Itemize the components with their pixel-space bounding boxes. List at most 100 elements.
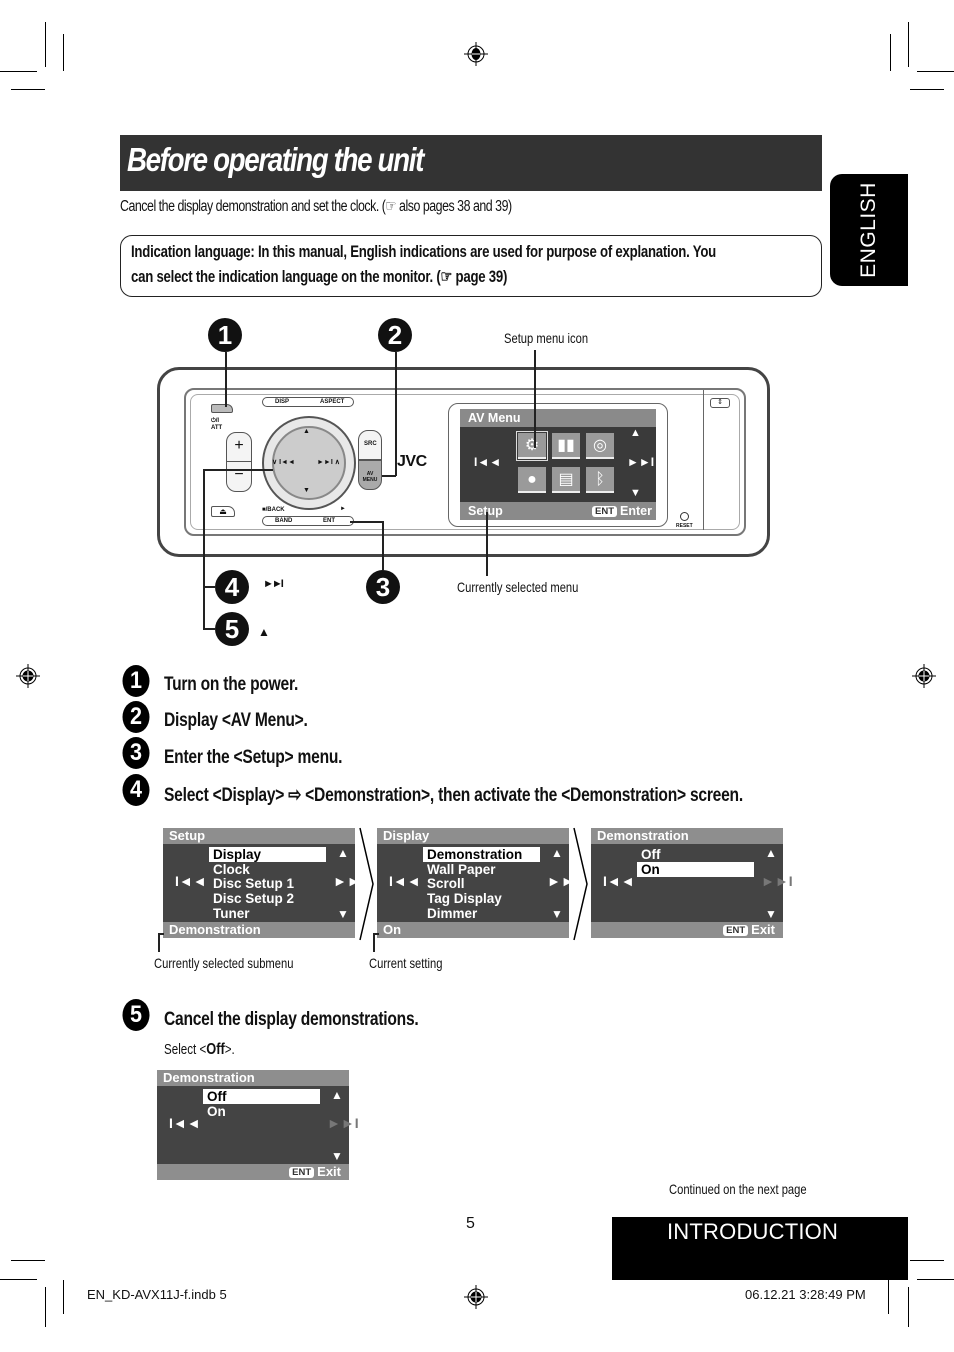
crop-mark — [45, 1287, 46, 1327]
display-screen: Display Demonstration Wall Paper Scroll … — [377, 828, 579, 938]
aspect-label: ASPECT — [320, 399, 345, 405]
exit-label: Exit — [317, 1164, 341, 1179]
down-icon: ▼ — [331, 1149, 343, 1163]
crop-mark — [45, 22, 46, 67]
display-item: Wall Paper — [427, 862, 496, 877]
setup-item: Disc Setup 2 — [213, 891, 295, 906]
selected-menu-caption: Currently selected menu — [457, 579, 579, 595]
list-document-icon: ▤ — [552, 467, 580, 493]
play-label: ► — [340, 506, 346, 512]
up-icon: ▲ — [337, 846, 349, 860]
callout-5-symbol: ▲ — [258, 625, 270, 639]
dial-down-label: ▼ — [303, 487, 310, 494]
chevron-right-icon — [359, 827, 374, 941]
ent-badge: ENT — [723, 925, 749, 936]
bluetooth-icon: ᛒ — [586, 467, 614, 493]
dial-right-label: ►►I ∧ — [317, 459, 340, 466]
up-icon: ▲ — [630, 427, 641, 439]
demo-item: Off — [203, 1089, 320, 1104]
crop-mark — [888, 1280, 889, 1314]
callout-4-symbol: ►►I — [263, 578, 284, 590]
display-item: Demonstration — [423, 847, 540, 862]
ent-badge: ENT — [289, 1167, 315, 1178]
crop-mark — [63, 1280, 64, 1314]
step-1-text: Turn on the power. — [164, 673, 299, 695]
note-box: Indication language: In this manual, Eng… — [120, 235, 822, 297]
setup-screen-footer: Demonstration — [163, 922, 355, 938]
demonstration-screen-on: Demonstration Off On I◄◄ ►►I ▲ ▼ ENT Exit — [591, 828, 793, 938]
crop-mark — [63, 34, 64, 71]
setup-screen: Setup Display Clock Disc Setup 1 Disc Se… — [163, 828, 365, 938]
av-menu-screen: AV Menu I◄◄ ►►I ▲ ▼ ⚙ ▮▮ ◎ ● ▤ ᛒ Setup E… — [460, 409, 656, 520]
demo-screen-header: Demonstration — [157, 1070, 349, 1086]
page-title: Before operating the unit — [127, 141, 424, 178]
demo-item: On — [637, 862, 754, 877]
up-icon: ▲ — [765, 846, 777, 860]
setup-item: Tuner — [213, 906, 250, 921]
crop-mark — [890, 34, 891, 71]
enter-label: Enter — [620, 504, 652, 518]
step-2-text: Display <AV Menu>. — [164, 709, 308, 731]
equalizer-icon: ▮▮ — [552, 433, 580, 459]
down-icon: ▼ — [551, 907, 563, 921]
step-1-number: 1 — [122, 665, 150, 697]
crop-mark — [910, 1260, 944, 1261]
setting-caption: Current setting — [369, 955, 443, 971]
step-2-number: 2 — [122, 701, 150, 733]
crop-mark — [0, 1279, 37, 1280]
next-icon: ►►I — [627, 455, 655, 469]
volume-minus-button: − — [226, 462, 252, 492]
speaker-icon: ◎ — [586, 433, 614, 459]
registration-mark-icon — [464, 42, 488, 66]
ent-label: ENT — [323, 518, 335, 524]
setup-item: Disc Setup 1 — [213, 876, 295, 891]
down-icon: ▼ — [630, 487, 641, 499]
exit-label: Exit — [751, 922, 775, 937]
step-3-number: 3 — [122, 737, 150, 769]
callout-3: 3 — [366, 570, 400, 604]
footer-file-name: EN_KD-AVX11J-f.indb 5 — [87, 1287, 227, 1302]
note-line-1: Indication language: In this manual, Eng… — [131, 243, 716, 261]
setup-screen-header: Setup — [163, 828, 355, 844]
dial-up-label: ▲ — [303, 428, 310, 435]
ent-badge: ENT — [592, 506, 618, 517]
av-menu-footer: Setup ENT Enter — [460, 502, 656, 520]
callout-1: 1 — [208, 318, 242, 352]
section-tab: INTRODUCTION — [612, 1217, 908, 1280]
crop-mark — [910, 89, 944, 90]
callout-4: 4 — [215, 570, 249, 604]
disp-label: DISP — [275, 399, 290, 405]
brand-logo: JVC — [397, 453, 427, 470]
volume-plus-button: + — [226, 432, 252, 462]
crop-mark — [917, 71, 954, 72]
power-button — [211, 404, 233, 413]
av-menu-label: AV MENU — [362, 471, 378, 483]
demo-item: On — [207, 1104, 226, 1119]
crop-mark — [917, 1279, 954, 1280]
note-line-2: can select the indication language on th… — [131, 268, 508, 286]
step-4-number: 4 — [122, 774, 150, 806]
down-icon: ▼ — [765, 907, 777, 921]
registration-mark-icon — [912, 664, 936, 688]
prev-icon: I◄◄ — [175, 873, 207, 889]
display-screen-footer: On — [377, 922, 569, 938]
submenu-caption: Currently selected submenu — [154, 955, 294, 971]
step-5-text: Cancel the display demonstrations. — [164, 1008, 419, 1030]
demo-screen-header: Demonstration — [591, 828, 783, 844]
step-5-instruction: Select <Off>. — [164, 1041, 235, 1058]
registration-mark-icon — [16, 664, 40, 688]
crop-mark — [11, 1260, 45, 1261]
prev-icon: I◄◄ — [474, 455, 502, 469]
side-slot-divider — [703, 390, 704, 530]
band-label: BAND — [275, 518, 293, 524]
demonstration-screen-off: Demonstration Off On I◄◄ ►►I ▲ ▼ ENT Exit — [157, 1070, 359, 1180]
display-screen-header: Display — [377, 828, 569, 844]
next-icon: ►►I — [761, 873, 793, 889]
section-tab-label: INTRODUCTION — [667, 1219, 839, 1244]
crop-mark — [908, 1287, 909, 1327]
language-tab-label: ENGLISH — [857, 182, 880, 278]
crop-mark — [0, 71, 37, 72]
crop-mark — [908, 22, 909, 67]
crop-mark — [11, 89, 45, 90]
up-icon: ▲ — [551, 846, 563, 860]
